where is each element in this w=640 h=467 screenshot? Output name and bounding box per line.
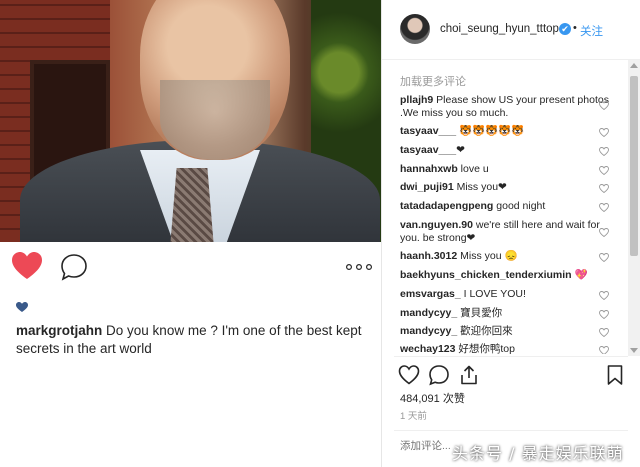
comment-like-heart-icon[interactable] <box>599 166 609 175</box>
follow-button[interactable]: 关注 <box>580 23 603 39</box>
details-action-bar <box>382 358 640 390</box>
comment-text: I LOVE YOU! <box>460 288 526 300</box>
bookmark-icon[interactable] <box>604 364 626 386</box>
comment-text: Miss you❤ <box>453 181 507 193</box>
comment-username[interactable]: dwi_puji91 <box>400 181 454 193</box>
caption-username-link[interactable]: markgrotjahn <box>16 323 102 338</box>
post-details-panel: choi_seung_hyun_tttop ✔ • 关注 加载更多评论 plla… <box>382 0 640 467</box>
more-options-icon[interactable] <box>345 262 373 272</box>
comment-item: tasyaav___ 🐯🐯🐯🐯🐯 <box>400 125 615 138</box>
comment-like-heart-icon[interactable] <box>599 291 609 300</box>
post-photo[interactable] <box>0 0 381 242</box>
comment-username[interactable]: hannahxwb <box>400 163 458 175</box>
comment-item: emsvargas_ I LOVE YOU! <box>400 288 615 301</box>
avatar[interactable] <box>400 14 430 44</box>
post-media-panel: markgrotjahn Do you know me ? I'm one of… <box>0 0 381 467</box>
comment-username[interactable]: mandycyy_ <box>400 307 457 319</box>
comment-item: dwi_puji91 Miss you❤ <box>400 181 615 194</box>
photo-tie <box>170 168 214 242</box>
comment-like-heart-icon[interactable] <box>599 228 609 237</box>
comment-text: 歡迎你回來 <box>457 325 513 337</box>
scroll-up-arrow-icon[interactable] <box>630 63 638 68</box>
watermark-text: 头条号 / 暴走娱乐联萌 <box>452 444 624 463</box>
photo-beard <box>160 80 270 160</box>
comment-item: tatadadapengpeng good night <box>400 200 615 213</box>
comment-text: love u <box>457 163 489 175</box>
comment-like-heart-icon[interactable] <box>599 203 609 212</box>
comment-like-heart-icon[interactable] <box>599 346 609 354</box>
comment-like-heart-icon[interactable] <box>599 253 609 262</box>
comments-scrollbar[interactable] <box>628 60 640 356</box>
comment-text: 🐯🐯🐯🐯🐯 <box>456 125 525 137</box>
comment-username[interactable]: tatadadapengpeng <box>400 200 493 212</box>
comment-username[interactable]: baekhyuns_chicken_tenderxiumin <box>400 269 572 281</box>
like-count[interactable]: 484,091 次赞 <box>400 390 465 406</box>
comment-text: good night <box>493 200 546 212</box>
comment-like-heart-icon[interactable] <box>599 184 609 193</box>
scrollbar-thumb[interactable] <box>630 76 638 256</box>
comment-text: ❤ <box>456 144 465 156</box>
comment-text: 好想你鸭top <box>455 343 515 354</box>
comment-item: mandycyy_ 歡迎你回來 <box>400 325 615 338</box>
header-username-link[interactable]: choi_seung_hyun_tttop <box>440 23 559 35</box>
comment-icon[interactable] <box>60 253 88 281</box>
heart-outline-icon[interactable] <box>398 364 420 386</box>
post-caption: markgrotjahn Do you know me ? I'm one of… <box>16 322 372 358</box>
comment-item: mandycyy_ 寶貝愛你 <box>400 307 615 320</box>
comment-item: tasyaav___❤ <box>400 144 615 157</box>
divider <box>394 356 628 357</box>
comment-item: haanh.3012 Miss you 😞 <box>400 250 615 263</box>
post-action-bar <box>0 242 381 292</box>
comment-like-heart-icon[interactable] <box>599 101 609 110</box>
comment-item: wechay123 好想你鸭top <box>400 343 615 354</box>
comment-username[interactable]: van.nguyen.90 <box>400 219 473 231</box>
comment-like-heart-icon[interactable] <box>599 128 609 137</box>
comment-username[interactable]: pllajh9 <box>400 94 433 106</box>
divider <box>394 430 628 431</box>
comment-text: 寶貝愛你 <box>457 307 503 319</box>
comment-username[interactable]: haanh.3012 <box>400 250 457 262</box>
comment-icon[interactable] <box>428 364 450 386</box>
comment-username[interactable]: tasyaav___ <box>400 125 456 137</box>
comment-username[interactable]: emsvargas_ <box>400 288 461 300</box>
comment-item: van.nguyen.90 we're still here and wait … <box>400 219 615 245</box>
comment-like-heart-icon[interactable] <box>599 310 609 319</box>
comment-username[interactable]: wechay123 <box>400 343 455 354</box>
header-separator: • <box>573 22 577 34</box>
comment-username[interactable]: mandycyy_ <box>400 325 457 337</box>
post-header: choi_seung_hyun_tttop ✔ • 关注 <box>382 0 640 60</box>
load-more-comments-link[interactable]: 加载更多评论 <box>400 73 466 89</box>
comment-like-heart-icon[interactable] <box>599 147 609 156</box>
comment-like-heart-icon[interactable] <box>599 328 609 337</box>
liked-heart-icon <box>16 302 28 312</box>
comment-item: hannahxwb love u <box>400 163 615 176</box>
verified-icon: ✔ <box>559 23 571 35</box>
comment-text: 💖 <box>571 269 588 281</box>
comments-list: pllajh9 Please show US your present phot… <box>382 92 628 354</box>
heart-filled-icon[interactable] <box>12 252 42 280</box>
comment-item: baekhyuns_chicken_tenderxiumin 💖 <box>400 269 615 282</box>
comment-username[interactable]: tasyaav___ <box>400 144 456 156</box>
share-icon[interactable] <box>458 364 480 386</box>
comment-item: pllajh9 Please show US your present phot… <box>400 94 615 120</box>
post-timestamp: 1 天前 <box>400 411 427 422</box>
scroll-down-arrow-icon[interactable] <box>630 348 638 353</box>
comment-text: Miss you 😞 <box>457 250 518 262</box>
